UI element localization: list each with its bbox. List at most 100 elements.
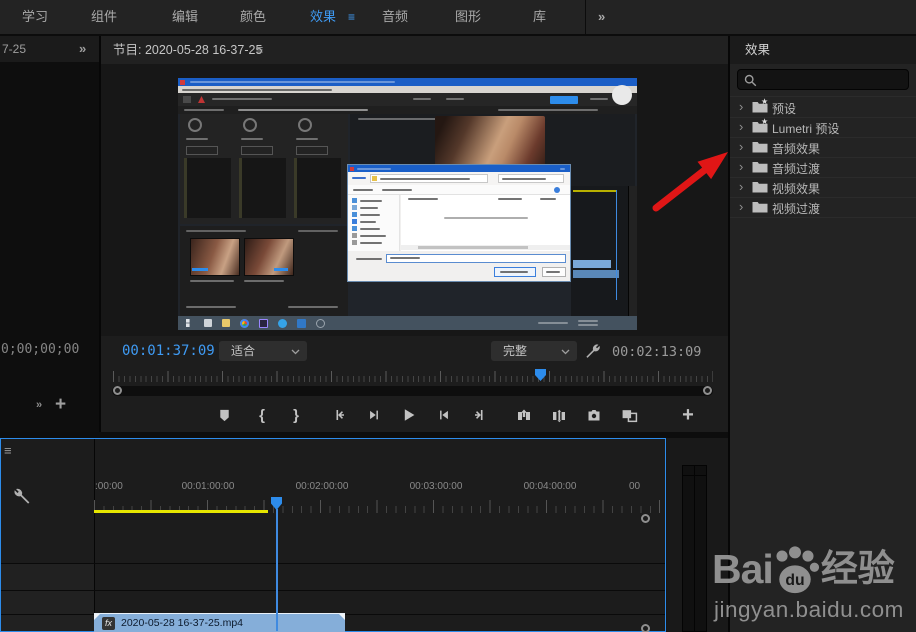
program-tab-label[interactable]: 节目: 2020-05-28 16-37-25	[113, 36, 262, 64]
recorded-sidebar-text	[360, 200, 382, 202]
scroll-handle-right[interactable]	[703, 386, 712, 395]
ruler-label: 00:01:00:00	[182, 481, 235, 492]
video-frame	[178, 78, 637, 330]
recorded-dialog-title	[357, 168, 391, 170]
effects-item-video-transitions[interactable]: › 视频过渡	[730, 197, 916, 217]
effects-item-audio-transitions[interactable]: › 音频过渡	[730, 157, 916, 177]
effects-search-box[interactable]	[737, 69, 909, 90]
recorded-ws-tab	[446, 98, 464, 100]
effects-item-presets[interactable]: › ★ 预设	[730, 97, 916, 117]
button-editor-add-button[interactable]: +	[675, 402, 701, 428]
recorded-panel-tab-text	[238, 109, 368, 111]
chevron-right-icon[interactable]: ›	[739, 139, 743, 154]
step-back-button[interactable]	[361, 402, 387, 428]
recorded-sidebar-icon	[352, 198, 357, 203]
timeline-zoom-handle[interactable]	[641, 514, 650, 523]
effects-item-label: 音频过渡	[772, 160, 820, 177]
timeline-clip[interactable]: fx 2020-05-28 16-37-25.mp4	[94, 613, 345, 632]
recorded-project-name	[212, 98, 272, 100]
watermark-url: jingyan.baidu.com	[714, 597, 904, 623]
recorded-folder-icon	[222, 319, 230, 327]
workspace-overflow-icon[interactable]: »	[598, 0, 605, 34]
export-frame-button[interactable]	[581, 402, 607, 428]
recorded-open-button-text	[500, 271, 528, 273]
workspace-tab-learning[interactable]: 学习	[22, 0, 48, 34]
source-more-icon[interactable]: »	[36, 399, 42, 411]
track-header-a1[interactable]	[1, 615, 94, 631]
chevron-right-icon[interactable]: ›	[739, 159, 743, 174]
track-header-v2[interactable]	[1, 564, 94, 590]
recorded-filename-label	[356, 258, 382, 260]
recorded-path-text	[380, 178, 470, 180]
source-overflow-icon[interactable]: »	[79, 41, 86, 56]
program-panel-menu-icon[interactable]: ≡	[256, 36, 263, 64]
recorded-file-list	[401, 195, 570, 251]
extract-button[interactable]	[546, 402, 572, 428]
workspace-tab-editing[interactable]: 编辑	[172, 0, 198, 34]
recorded-knob	[188, 118, 202, 132]
recorded-panel-tab-text	[184, 109, 224, 111]
mark-out-button[interactable]: }	[283, 402, 309, 428]
recorded-thumb-badge	[274, 268, 288, 271]
workspace-menu-icon[interactable]: ≡	[348, 0, 355, 34]
recorded-mixer-buttons	[186, 146, 218, 155]
step-forward-button[interactable]	[431, 402, 457, 428]
add-marker-button[interactable]	[211, 402, 237, 428]
track-divider	[1, 590, 665, 591]
recorded-column-header	[408, 198, 438, 200]
chevron-down-icon	[561, 349, 570, 355]
recorded-organize-text	[353, 189, 373, 191]
workspace-tab-libraries[interactable]: 库	[533, 0, 546, 34]
source-timecode: 0;00;00;00	[1, 342, 79, 357]
program-current-timecode[interactable]: 00:01:37:09	[122, 343, 215, 359]
ruler-label: 00:03:00:00	[410, 481, 463, 492]
program-mini-ruler[interactable]	[113, 368, 713, 382]
recorded-mixer-buttons	[296, 146, 328, 155]
timeline-settings-wrench-icon[interactable]	[12, 486, 32, 506]
effects-item-video-effects[interactable]: › 视频效果	[730, 177, 916, 197]
workspace-tab-effects[interactable]: 效果	[310, 0, 336, 34]
effects-tab-label[interactable]: 效果	[745, 36, 770, 64]
work-area-bar[interactable]	[94, 510, 268, 513]
effects-item-lumetri-presets[interactable]: › ★ Lumetri 预设	[730, 117, 916, 137]
fit-dropdown[interactable]: 适合	[219, 341, 307, 361]
track-divider	[1, 563, 665, 564]
playback-resolution-dropdown[interactable]: 完整	[491, 341, 577, 361]
scroll-handle-left[interactable]	[113, 386, 122, 395]
source-tab-label[interactable]: 7-25	[2, 42, 26, 56]
track-header-v1[interactable]	[1, 591, 94, 614]
effects-search-input[interactable]	[760, 71, 904, 90]
recorded-sidebar-text	[360, 207, 378, 209]
effects-item-label: Lumetri 预设	[772, 120, 839, 137]
lift-button[interactable]	[511, 402, 537, 428]
search-icon	[744, 74, 757, 87]
workspace-tab-graphics[interactable]: 图形	[455, 0, 481, 34]
program-scrollbar[interactable]	[112, 386, 713, 396]
timeline-panel-menu-icon[interactable]: ≡	[4, 443, 12, 458]
timeline-playhead-line[interactable]	[276, 509, 278, 631]
chevron-right-icon[interactable]: ›	[739, 119, 743, 134]
timeline-zoom-handle-bottom[interactable]	[641, 624, 650, 632]
chevron-right-icon[interactable]: ›	[739, 199, 743, 214]
recorded-column-header	[540, 198, 556, 200]
source-add-button-icon[interactable]: +	[55, 394, 66, 416]
recorded-title-text	[190, 81, 395, 83]
workspace-tab-assembly[interactable]: 组件	[91, 0, 117, 34]
workspace-tab-color[interactable]: 颜色	[240, 0, 266, 34]
recorded-panel-tab-text	[498, 109, 598, 111]
effects-item-audio-effects[interactable]: › 音频效果	[730, 137, 916, 157]
go-to-out-button[interactable]	[467, 402, 493, 428]
comparison-view-button[interactable]	[616, 402, 642, 428]
chevron-right-icon[interactable]: ›	[739, 179, 743, 194]
recorded-filename-text	[390, 257, 420, 259]
play-button[interactable]	[396, 402, 422, 428]
workspace-tab-audio[interactable]: 音频	[382, 0, 408, 34]
chevron-right-icon[interactable]: ›	[739, 99, 743, 114]
mark-in-button[interactable]: {	[249, 402, 275, 428]
recorded-dialog-close-icon	[560, 168, 565, 170]
program-duration-timecode: 00:02:13:09	[612, 344, 701, 360]
workspace-bar: 学习 组件 编辑 颜色 效果 ≡ 音频 图形 库 »	[0, 0, 916, 36]
recorded-search-text	[502, 178, 546, 180]
settings-wrench-icon[interactable]	[584, 342, 602, 360]
go-to-in-button[interactable]	[326, 402, 352, 428]
